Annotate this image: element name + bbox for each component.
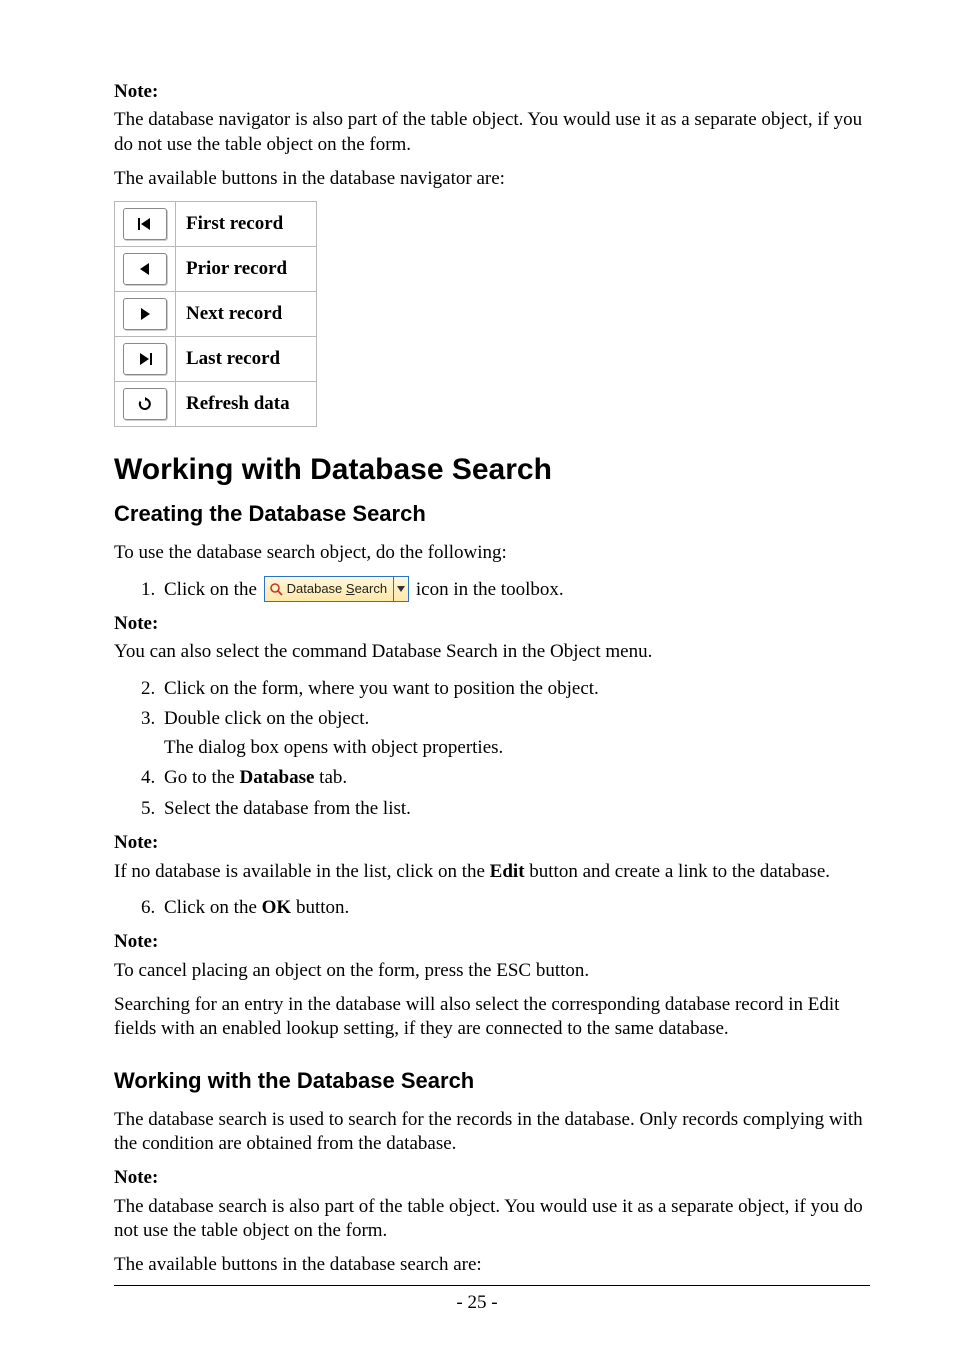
refresh-icon [138,397,152,411]
page-number: - 25 - [0,1292,954,1314]
note-body-4: To cancel placing an object on the form,… [114,959,870,983]
note-body-2: You can also select the command Database… [114,640,870,664]
table-row: First record [115,202,317,247]
last-record-button[interactable] [123,343,167,375]
table-row: Prior record [115,247,317,292]
database-search-dropdown[interactable] [393,577,408,601]
refresh-data-button[interactable] [123,388,167,420]
step-5: Select the database from the list. [160,795,870,824]
database-search-toolbar-button[interactable]: Database Search [264,576,409,602]
note-label-1: Note: [114,81,158,102]
step-3-sub: The dialog box opens with object propert… [164,734,870,763]
next-record-button[interactable] [123,298,167,330]
magnifier-icon [269,582,283,596]
next-record-icon [139,308,151,320]
note-label-5: Note: [114,1167,158,1188]
table-row: Next record [115,292,317,337]
navigator-buttons-table: First record Prior record Next record [114,201,317,427]
next-record-label: Next record [176,292,317,337]
step-1-pre: Click on the [164,579,262,600]
chevron-down-icon [397,586,405,592]
note-body-1: The database navigator is also part of t… [114,108,870,157]
working-intro: The database search is used to search fo… [114,1108,870,1157]
step-2: Click on the form, where you want to pos… [160,675,870,704]
step-6: Click on the OK button. [160,894,870,923]
heading-working-with-database-search: Working with Database Search [114,453,870,487]
navigator-intro: The available buttons in the database na… [114,167,870,191]
last-record-label: Last record [176,337,317,382]
heading-creating-the-database-search: Creating the Database Search [114,501,870,527]
step-1-post: icon in the toolbox. [416,579,564,600]
footer-rule [114,1285,870,1286]
step-3: Double click on the object. The dialog b… [160,705,870,762]
last-record-icon [138,353,152,365]
note-body-5: The database search is also part of the … [114,1195,870,1244]
database-search-chip-label: Database Search [287,579,387,599]
search-buttons-intro: The available buttons in the database se… [114,1253,870,1277]
prior-record-icon [139,263,151,275]
search-paragraph: Searching for an entry in the database w… [114,993,870,1042]
note-label-3: Note: [114,832,158,853]
note-label-4: Note: [114,931,158,952]
note-body-3: If no database is available in the list,… [114,860,870,884]
creating-intro: To use the database search object, do th… [114,541,870,565]
table-row: Refresh data [115,382,317,427]
refresh-data-label: Refresh data [176,382,317,427]
table-row: Last record [115,337,317,382]
step-1: Click on the Database Search icon in the… [160,576,870,605]
note-label-2: Note: [114,613,158,634]
step-4: Go to the Database tab. [160,764,870,793]
heading-working-with-the-database-search: Working with the Database Search [114,1068,870,1094]
first-record-icon [138,218,152,230]
prior-record-label: Prior record [176,247,317,292]
first-record-button[interactable] [123,208,167,240]
first-record-label: First record [176,202,317,247]
prior-record-button[interactable] [123,253,167,285]
